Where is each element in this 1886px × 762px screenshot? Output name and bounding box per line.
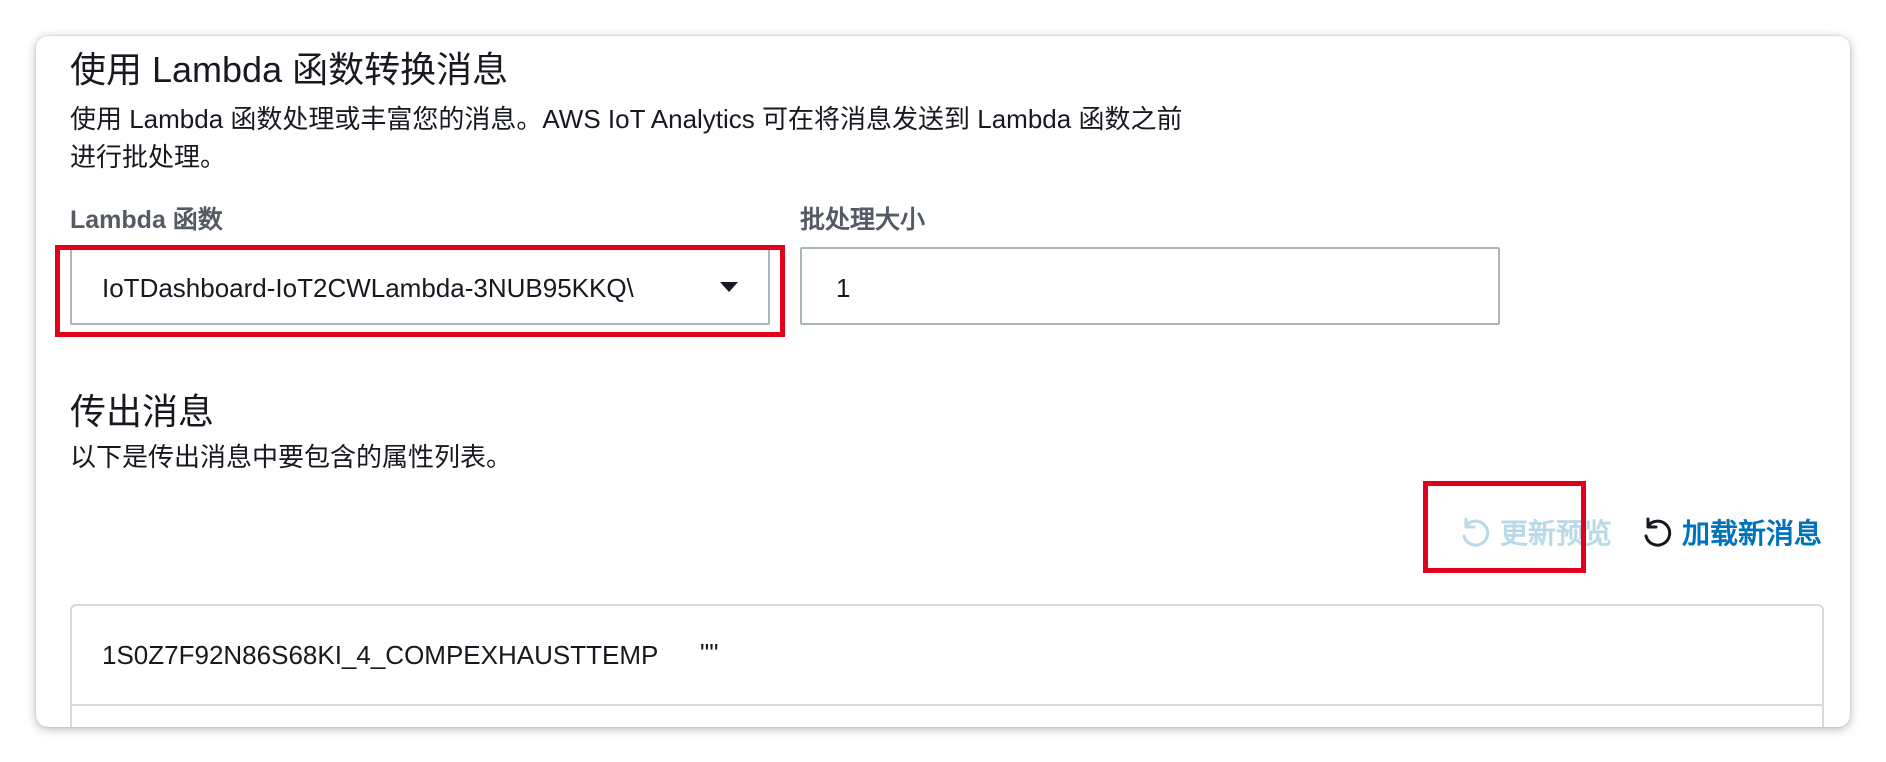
outgoing-section-title: 传出消息 (70, 391, 215, 432)
attribute-name: 1S0Z7F92N86S68KI_4_COMPEXHAUSTTEMP (102, 640, 659, 670)
lambda-function-label: Lambda 函数 (70, 206, 223, 234)
attribute-list: 1S0Z7F92N86S68KI_4_COMPEXHAUSTTEMP "" (70, 604, 1824, 727)
batch-size-input[interactable]: 1 (800, 247, 1500, 325)
refresh-icon (1644, 517, 1672, 547)
select-highlight-frame (55, 245, 785, 337)
load-new-messages-label: 加载新消息 (1682, 518, 1823, 549)
pipeline-activity-card: 使用 Lambda 函数转换消息 使用 Lambda 函数处理或丰富您的消息。A… (36, 36, 1850, 727)
lambda-section-description: 使用 Lambda 函数处理或丰富您的消息。AWS IoT Analytics … (70, 100, 1310, 176)
attribute-value: "" (700, 638, 719, 668)
update-preview-highlight-frame (1423, 481, 1586, 573)
batch-size-label: 批处理大小 (800, 206, 926, 234)
batch-size-value: 1 (836, 273, 851, 303)
outgoing-section-description: 以下是传出消息中要包含的属性列表。 (70, 442, 513, 472)
lambda-section-title: 使用 Lambda 函数转换消息 (70, 49, 509, 90)
list-item[interactable]: 1S0Z7F92N86S68KI_4_COMPEXHAUSTTEMP "" (72, 606, 1822, 706)
load-new-messages-button[interactable]: 加载新消息 (1640, 512, 1822, 556)
lambda-description-line-2: 进行批处理。 (70, 142, 227, 172)
lambda-description-line-1: 使用 Lambda 函数处理或丰富您的消息。AWS IoT Analytics … (70, 104, 1183, 134)
